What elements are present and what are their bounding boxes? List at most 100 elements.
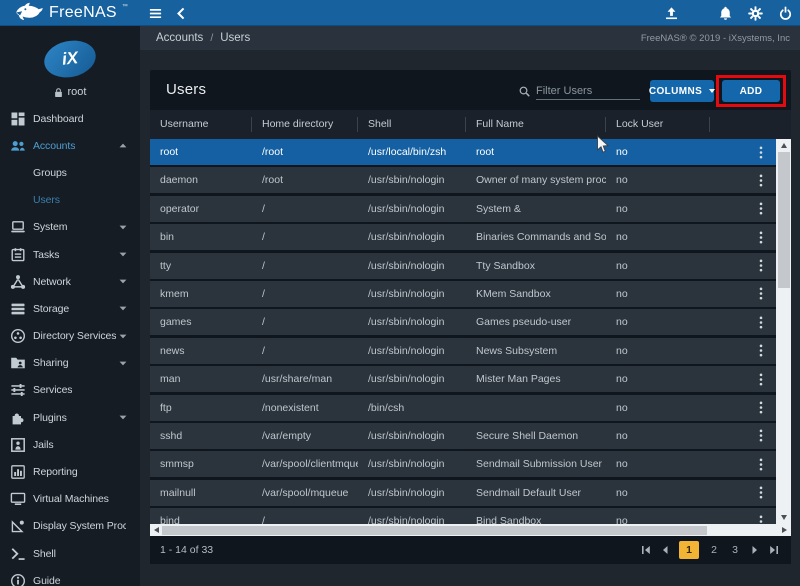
pagination: 123 <box>641 541 791 559</box>
row-menu-button[interactable] <box>759 373 763 386</box>
page-button-2[interactable]: 2 <box>708 544 720 556</box>
vertical-scrollbar[interactable] <box>776 139 791 524</box>
sidebar-item-display-system-processes[interactable]: Display System Processes <box>0 513 140 540</box>
sidebar-item-tasks[interactable]: Tasks <box>0 241 140 268</box>
column-header-home-directory[interactable]: Home directory <box>252 117 358 132</box>
row-menu-button[interactable] <box>759 515 763 524</box>
next-page-button[interactable] <box>750 545 760 555</box>
sidebar-item-groups[interactable]: Groups <box>0 159 140 186</box>
menu-button[interactable] <box>144 3 166 23</box>
cell: /var/empty <box>252 430 358 442</box>
table-row-games[interactable]: games//usr/sbin/nologinGames pseudo-user… <box>150 309 776 335</box>
sidebar-item-accounts[interactable]: Accounts <box>0 132 140 159</box>
page-button-1[interactable]: 1 <box>679 541 699 559</box>
table-row-ftp[interactable]: ftp/nonexistent/bin/cshno <box>150 395 776 421</box>
table-row-kmem[interactable]: kmem//usr/sbin/nologinKMem Sandboxno <box>150 281 776 307</box>
network-icon <box>10 274 26 290</box>
copyright-text: FreeNAS® © 2019 - iXsystems, Inc <box>641 33 790 44</box>
chevron-down-icon <box>119 361 127 366</box>
column-header-lock-user[interactable]: Lock User <box>606 117 710 132</box>
sidebar-item-services[interactable]: Services <box>0 377 140 404</box>
sidebar-item-plugins[interactable]: Plugins <box>0 404 140 431</box>
row-menu-button[interactable] <box>759 401 763 414</box>
cell: Sendmail Submission User <box>466 458 606 470</box>
table-row-smmsp[interactable]: smmsp/var/spool/clientmqueue/usr/sbin/no… <box>150 451 776 477</box>
row-menu-button[interactable] <box>759 316 763 329</box>
search-icon <box>518 85 531 98</box>
table-row-daemon[interactable]: daemon/root/usr/sbin/nologinOwner of man… <box>150 167 776 193</box>
row-menu-button[interactable] <box>759 486 763 499</box>
first-page-button[interactable] <box>641 545 651 555</box>
freenas-logo[interactable]: FreeNAS ™ <box>14 0 128 25</box>
cell: bin <box>150 231 252 243</box>
cell: / <box>252 260 358 272</box>
row-range-label: 1 - 14 of 33 <box>160 544 213 556</box>
add-button[interactable]: ADD <box>722 80 780 102</box>
sidebar-item-label: Tasks <box>33 249 59 261</box>
scroll-left-arrow[interactable] <box>151 524 162 536</box>
last-page-button[interactable] <box>769 545 779 555</box>
row-menu-button[interactable] <box>759 429 763 442</box>
sidebar-item-storage[interactable]: Storage <box>0 295 140 322</box>
settings-icon <box>747 5 764 22</box>
sidebar-item-virtual-machines[interactable]: Virtual Machines <box>0 486 140 513</box>
table-row-operator[interactable]: operator//usr/sbin/nologinSystem &no <box>150 196 776 222</box>
row-menu-button[interactable] <box>759 458 763 471</box>
table-row-news[interactable]: news//usr/sbin/nologinNews Subsystemno <box>150 338 776 364</box>
sidebar-item-reporting[interactable]: Reporting <box>0 458 140 485</box>
table-row-bind[interactable]: bind//usr/sbin/nologinBind Sandboxno <box>150 508 776 524</box>
vertical-scrollbar-thumb[interactable] <box>778 152 790 288</box>
back-button[interactable] <box>170 3 192 23</box>
sidebar-item-system[interactable]: System <box>0 214 140 241</box>
row-menu-button[interactable] <box>759 202 763 215</box>
page-button-3[interactable]: 3 <box>729 544 741 556</box>
table-row-man[interactable]: man/usr/share/man/usr/sbin/nologinMister… <box>150 366 776 392</box>
horizontal-scrollbar-thumb[interactable] <box>162 526 707 535</box>
sidebar-item-guide[interactable]: Guide <box>0 567 140 586</box>
breadcrumb-accounts[interactable]: Accounts <box>156 32 203 44</box>
cell: operator <box>150 203 252 215</box>
sidebar-item-directory-services[interactable]: Directory Services <box>0 323 140 350</box>
row-menu-button[interactable] <box>759 146 763 159</box>
sidebar-item-network[interactable]: Network <box>0 268 140 295</box>
row-menu-button[interactable] <box>759 231 763 244</box>
previous-page-button[interactable] <box>660 545 670 555</box>
filter-users-input[interactable] <box>536 83 640 100</box>
table-row-tty[interactable]: tty//usr/sbin/nologinTty Sandboxno <box>150 253 776 279</box>
jails-icon <box>10 437 26 453</box>
table-row-root[interactable]: root/root/usr/local/bin/zshrootno <box>150 139 776 165</box>
column-header-full-name[interactable]: Full Name <box>466 117 606 132</box>
page-title: Users <box>166 81 206 98</box>
scroll-down-arrow[interactable] <box>776 512 791 523</box>
horizontal-scrollbar[interactable] <box>150 524 791 536</box>
sidebar-item-dashboard[interactable]: Dashboard <box>0 105 140 132</box>
table-row-sshd[interactable]: sshd/var/empty/usr/sbin/nologinSecure Sh… <box>150 423 776 449</box>
sidebar-item-label: Network <box>33 276 71 288</box>
update-button[interactable] <box>663 5 680 22</box>
row-menu-button[interactable] <box>759 344 763 357</box>
columns-button[interactable]: COLUMNS <box>650 80 714 102</box>
column-header-username[interactable]: Username <box>150 117 252 132</box>
scroll-right-arrow[interactable] <box>779 524 790 536</box>
row-menu-button[interactable] <box>759 259 763 272</box>
sidebar-item-users[interactable]: Users <box>0 187 140 214</box>
column-header-shell[interactable]: Shell <box>358 117 466 132</box>
row-menu-button[interactable] <box>759 174 763 187</box>
settings-button[interactable] <box>747 5 764 22</box>
table-row-bin[interactable]: bin//usr/sbin/nologinBinaries Commands a… <box>150 224 776 250</box>
cell: mailnull <box>150 487 252 499</box>
ix-logo[interactable]: iX <box>41 36 99 82</box>
cell: /nonexistent <box>252 402 358 414</box>
breadcrumb-users[interactable]: Users <box>220 32 250 44</box>
scroll-up-arrow[interactable] <box>776 140 791 151</box>
sidebar-item-jails[interactable]: Jails <box>0 431 140 458</box>
users-card: Users COLUMNS ADD UsernameHome directory… <box>150 70 791 564</box>
power-button[interactable] <box>777 5 794 22</box>
table-body: root/root/usr/local/bin/zshrootnodaemon/… <box>150 139 776 524</box>
row-menu-button[interactable] <box>759 287 763 300</box>
table-row-mailnull[interactable]: mailnull/var/spool/mqueue/usr/sbin/nolog… <box>150 480 776 506</box>
sidebar-item-sharing[interactable]: Sharing <box>0 350 140 377</box>
notifications-button[interactable] <box>717 5 734 22</box>
shark-logo-icon <box>14 2 44 23</box>
sidebar-item-shell[interactable]: Shell <box>0 540 140 567</box>
